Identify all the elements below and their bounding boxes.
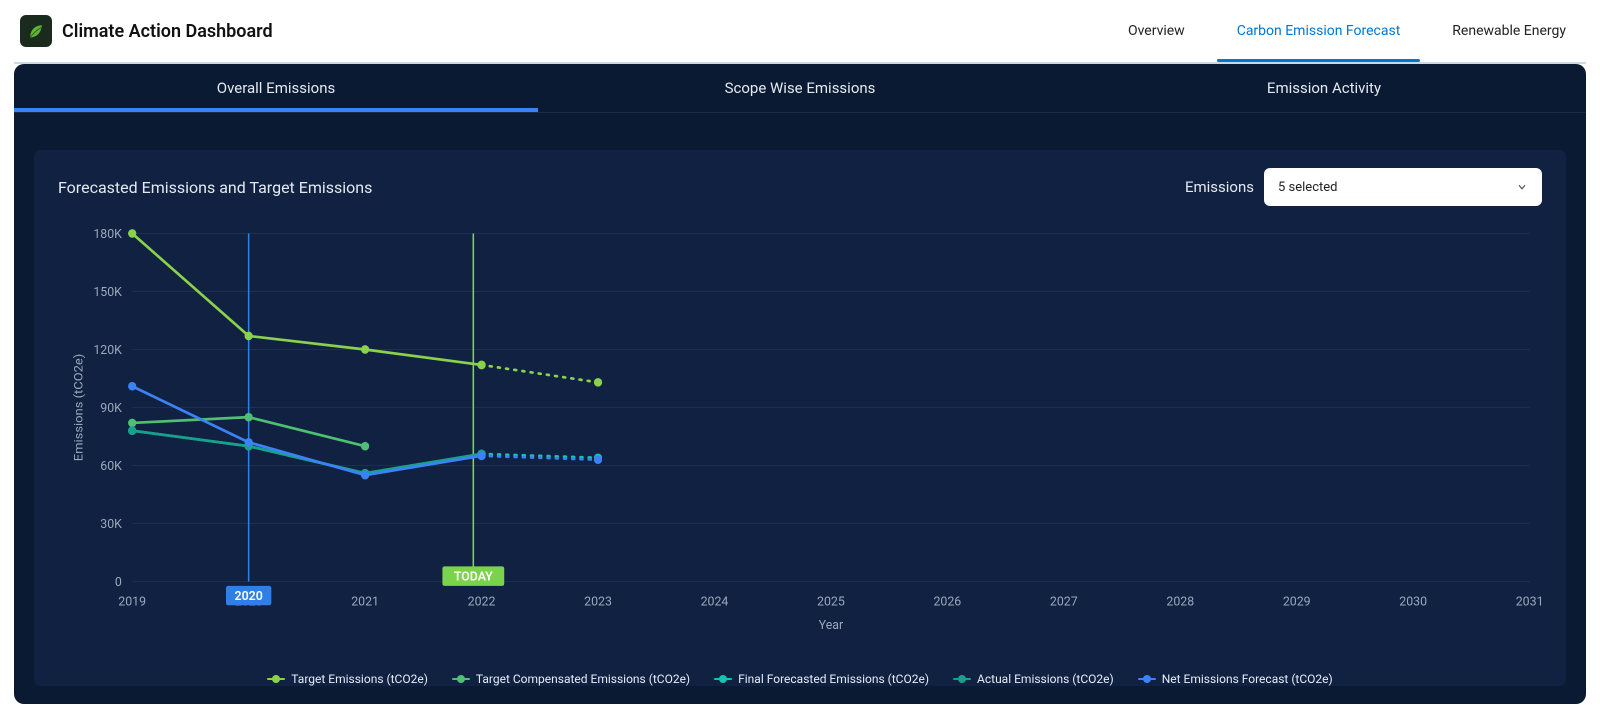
- nav-overview[interactable]: Overview: [1128, 0, 1185, 62]
- emissions-selector-label: Emissions: [1185, 178, 1254, 196]
- svg-text:Emissions (tCO2e): Emissions (tCO2e): [72, 354, 87, 462]
- svg-text:180K: 180K: [93, 227, 122, 242]
- tab-emission-activity[interactable]: Emission Activity: [1062, 64, 1586, 112]
- svg-text:2026: 2026: [933, 594, 961, 609]
- legend-label: Target Emissions (tCO2e): [291, 672, 428, 686]
- svg-text:2023: 2023: [584, 594, 612, 609]
- legend-label: Actual Emissions (tCO2e): [977, 672, 1114, 686]
- svg-text:2024: 2024: [701, 594, 729, 609]
- leaf-icon: [26, 21, 46, 41]
- chart-header: Forecasted Emissions and Target Emission…: [34, 150, 1566, 206]
- svg-text:Year: Year: [819, 618, 844, 633]
- svg-text:2020: 2020: [235, 589, 263, 604]
- nav-carbon-emission-forecast[interactable]: Carbon Emission Forecast: [1237, 0, 1401, 62]
- nav-renewable-energy[interactable]: Renewable Energy: [1452, 0, 1566, 62]
- svg-text:150K: 150K: [93, 285, 122, 300]
- top-nav: Overview Carbon Emission Forecast Renewa…: [1128, 0, 1586, 62]
- svg-text:2022: 2022: [468, 594, 496, 609]
- main-panel: Overall Emissions Scope Wise Emissions E…: [14, 64, 1586, 704]
- svg-text:30K: 30K: [100, 517, 122, 532]
- legend-label: Net Emissions Forecast (tCO2e): [1162, 672, 1333, 686]
- legend-item[interactable]: Actual Emissions (tCO2e): [953, 672, 1114, 686]
- legend-label: Target Compensated Emissions (tCO2e): [476, 672, 690, 686]
- chart-legend: Target Emissions (tCO2e) Target Compensat…: [58, 672, 1542, 686]
- svg-text:2021: 2021: [351, 594, 379, 609]
- tab-scope-wise-emissions[interactable]: Scope Wise Emissions: [538, 64, 1062, 112]
- tab-overall-emissions[interactable]: Overall Emissions: [14, 64, 538, 112]
- svg-text:120K: 120K: [93, 343, 122, 358]
- legend-label: Final Forecasted Emissions (tCO2e): [738, 672, 929, 686]
- plot-area: 0 30K 60K 90K 120K 150K 180K Emissions (tCO2e) 2…: [58, 214, 1542, 668]
- subtabs: Overall Emissions Scope Wise Emissions E…: [14, 64, 1586, 112]
- chart-title: Forecasted Emissions and Target Emission…: [58, 178, 372, 197]
- svg-text:0: 0: [115, 575, 122, 590]
- emissions-selector[interactable]: 5 selected: [1264, 168, 1542, 206]
- svg-text:60K: 60K: [100, 459, 122, 474]
- app-title: Climate Action Dashboard: [62, 21, 273, 42]
- svg-text:2025: 2025: [817, 594, 845, 609]
- chevron-down-icon: [1516, 181, 1528, 193]
- legend-item[interactable]: Final Forecasted Emissions (tCO2e): [714, 672, 929, 686]
- svg-text:2031: 2031: [1516, 594, 1542, 609]
- svg-text:TODAY: TODAY: [454, 569, 493, 584]
- emissions-chart[interactable]: 0 30K 60K 90K 120K 150K 180K Emissions (tCO2e) 2…: [58, 214, 1542, 668]
- subtab-divider: [14, 112, 1586, 113]
- svg-text:2028: 2028: [1166, 594, 1194, 609]
- chart-card: Forecasted Emissions and Target Emission…: [34, 150, 1566, 686]
- topbar: Climate Action Dashboard Overview Carbon…: [14, 0, 1586, 62]
- svg-text:2029: 2029: [1283, 594, 1311, 609]
- svg-text:2019: 2019: [118, 594, 146, 609]
- legend-item[interactable]: Target Emissions (tCO2e): [267, 672, 428, 686]
- app-logo: [20, 15, 52, 47]
- legend-item[interactable]: Target Compensated Emissions (tCO2e): [452, 672, 690, 686]
- svg-text:90K: 90K: [100, 401, 122, 416]
- svg-text:2027: 2027: [1050, 594, 1078, 609]
- legend-item[interactable]: Net Emissions Forecast (tCO2e): [1138, 672, 1333, 686]
- svg-text:2030: 2030: [1399, 594, 1427, 609]
- emissions-selector-value: 5 selected: [1278, 180, 1337, 195]
